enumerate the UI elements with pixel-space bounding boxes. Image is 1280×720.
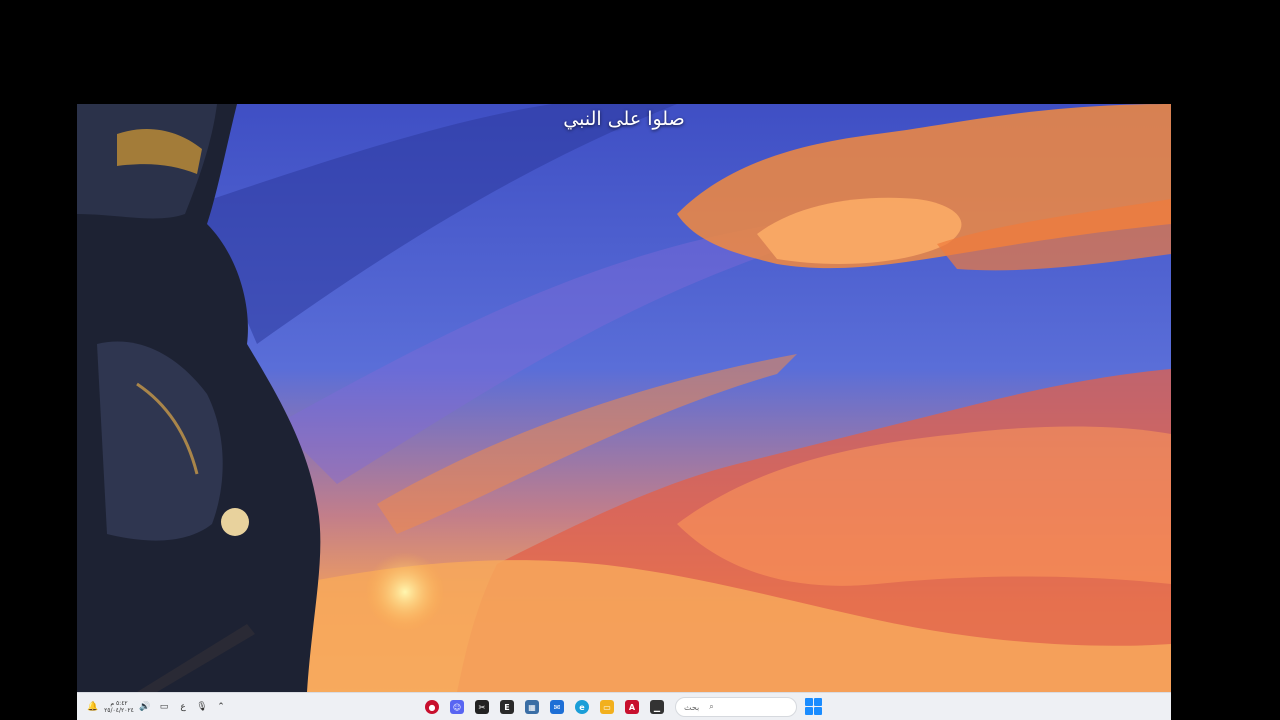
desktop-screen: صلوا على النبي 🔔 ٥:٤٢ م ٢٥/٠٤/٢٠٢٤ 🔊 ▭ ع… bbox=[77, 104, 1171, 720]
show-hidden-icons[interactable]: ⌃ bbox=[213, 696, 229, 718]
pinned-apps: ● ☺ ✂ E ▦ ✉ e ▭ A ▁ bbox=[421, 693, 668, 720]
app-terminal-icon[interactable]: ▁ bbox=[646, 696, 668, 718]
app-discord-icon[interactable]: ☺ bbox=[446, 696, 468, 718]
clock-time: ٥:٤٢ م bbox=[110, 700, 128, 707]
taskbar: 🔔 ٥:٤٢ م ٢٥/٠٤/٢٠٢٤ 🔊 ▭ ع 🎙 ⌃ ● ☺ ✂ E ▦ … bbox=[77, 692, 1171, 720]
taskbar-clock[interactable]: ٥:٤٢ م ٢٥/٠٤/٢٠٢٤ bbox=[104, 700, 134, 714]
search-placeholder: بحث bbox=[684, 702, 700, 712]
wallpaper-caption: صلوا على النبي bbox=[563, 108, 685, 130]
notification-icon[interactable]: 🔔 bbox=[85, 696, 101, 718]
app-acrobat-icon[interactable]: A bbox=[621, 696, 643, 718]
app-mail-icon[interactable]: ✉ bbox=[546, 696, 568, 718]
desktop-wallpaper bbox=[77, 104, 1171, 692]
volume-icon[interactable]: 🔊 bbox=[137, 696, 153, 718]
taskbar-search[interactable]: ⌕ بحث bbox=[675, 697, 797, 717]
start-button[interactable] bbox=[805, 698, 823, 716]
microphone-icon[interactable]: 🎙 bbox=[194, 696, 210, 718]
app-epic-games-icon[interactable]: E bbox=[496, 696, 518, 718]
app-calculator-icon[interactable]: ▦ bbox=[521, 696, 543, 718]
windows-logo-icon bbox=[805, 698, 813, 706]
display-icon[interactable]: ▭ bbox=[156, 696, 172, 718]
app-red-ball-icon[interactable]: ● bbox=[421, 696, 443, 718]
app-file-explorer-icon[interactable]: ▭ bbox=[596, 696, 618, 718]
clock-date: ٢٥/٠٤/٢٠٢٤ bbox=[104, 707, 134, 714]
search-icon: ⌕ bbox=[709, 702, 714, 711]
language-indicator[interactable]: ع bbox=[175, 696, 191, 718]
app-edge-icon[interactable]: e bbox=[571, 696, 593, 718]
system-tray: 🔔 ٥:٤٢ م ٢٥/٠٤/٢٠٢٤ 🔊 ▭ ع 🎙 ⌃ bbox=[85, 693, 229, 720]
app-capcut-icon[interactable]: ✂ bbox=[471, 696, 493, 718]
